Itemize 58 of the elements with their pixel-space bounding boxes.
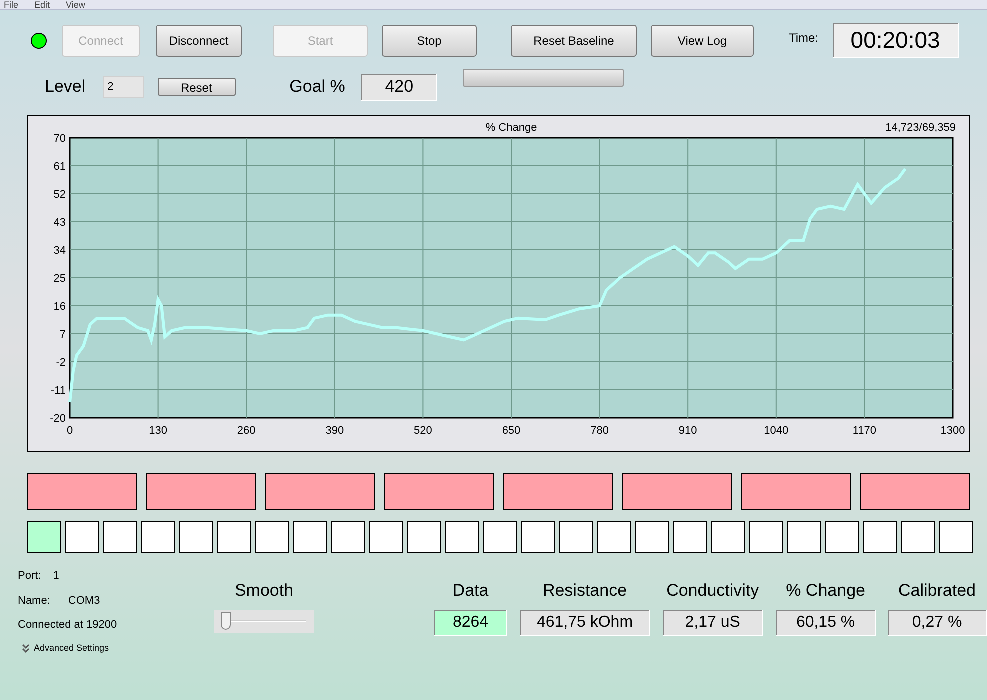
x-tick-label: 260: [237, 425, 256, 437]
readout-label: Resistance: [542, 580, 628, 602]
x-tick-label: 390: [326, 425, 344, 437]
toolbar-button[interactable]: Stop: [382, 24, 477, 56]
x-tick-label: 1170: [852, 425, 877, 437]
reset-button[interactable]: Reset: [158, 78, 236, 96]
time-label: Time:: [789, 30, 819, 47]
y-tick-label: -20: [50, 413, 66, 425]
x-tick-label: 780: [590, 425, 609, 437]
double-chevron-icon[interactable]: [22, 644, 30, 653]
y-tick-label: 7: [60, 329, 66, 341]
x-tick-label: 130: [149, 425, 168, 437]
menu-item[interactable]: File: [4, 0, 19, 9]
level-label: Level: [45, 76, 86, 98]
readout-label: Calibrated: [898, 580, 976, 602]
readout-value: 60,15 %: [776, 610, 876, 636]
y-tick-label: 25: [54, 273, 66, 285]
name-label: Name:: [18, 594, 50, 608]
readout-value: 0,27 %: [888, 610, 987, 636]
port-value: 1: [53, 569, 60, 584]
smooth-slider[interactable]: [214, 610, 314, 632]
port-label: Port:: [18, 569, 42, 584]
point-counter: 14,723/69,359: [886, 122, 956, 134]
x-tick-label: 0: [66, 425, 74, 437]
toolbar-button[interactable]: Reset Baseline: [511, 24, 637, 56]
readout-value: 461,75 kOhm: [520, 610, 650, 636]
readout-label: Conductivity: [666, 580, 760, 602]
menu-item[interactable]: View: [66, 0, 86, 9]
readout-label: % Change: [786, 580, 866, 602]
smooth-label: Smooth: [234, 580, 294, 602]
x-tick-label: 650: [502, 425, 521, 437]
menu-item[interactable]: Edit: [34, 0, 50, 9]
goal-field[interactable]: 420: [361, 74, 438, 100]
advanced-settings-link[interactable]: Advanced Settings: [34, 642, 110, 655]
toolbar-button[interactable]: Disconnect: [156, 24, 242, 56]
x-tick-label: 1300: [940, 425, 966, 437]
y-tick-label: -2: [56, 357, 66, 369]
x-tick-label: 520: [414, 425, 432, 437]
name-value: COM3: [68, 594, 100, 608]
x-tick-label: 910: [678, 425, 698, 437]
y-tick-label: 43: [54, 217, 66, 229]
connection-status: Connected at 19200: [18, 618, 118, 633]
chart-title: % Change: [486, 122, 538, 134]
y-tick-label: 52: [54, 189, 66, 201]
y-tick-label: 16: [54, 301, 66, 313]
goal-label: Goal %: [290, 76, 346, 98]
x-tick-label: 1040: [764, 425, 789, 437]
slider-thumb[interactable]: [220, 612, 231, 630]
readout-value: 2,17 uS: [662, 610, 764, 636]
y-tick-label: 61: [54, 161, 66, 173]
y-tick-label: 70: [54, 133, 66, 145]
readout-value: 8264: [434, 610, 508, 636]
toolbar-button[interactable]: View Log: [651, 24, 754, 56]
time-display: 00:20:03: [832, 23, 959, 58]
level-field[interactable]: 2: [102, 76, 144, 98]
y-tick-label: 34: [54, 245, 66, 257]
y-tick-label: -11: [50, 385, 66, 397]
readout-label: Data: [452, 580, 489, 602]
